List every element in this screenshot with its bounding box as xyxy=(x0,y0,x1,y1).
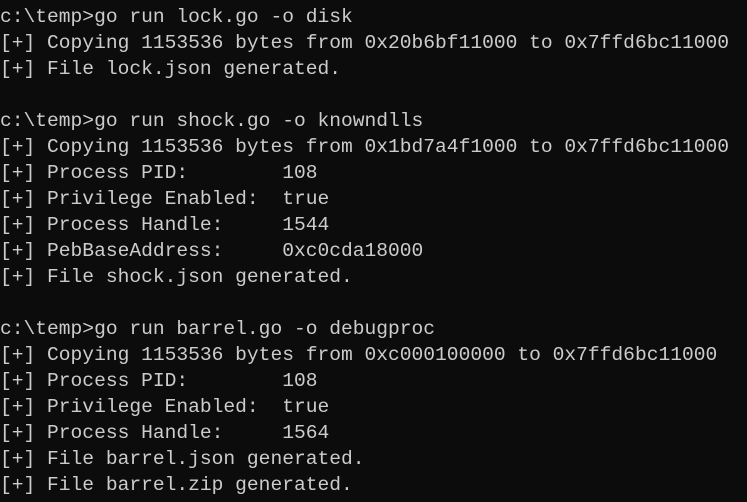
output-line: [+] File shock.json generated. xyxy=(0,266,353,288)
output-line: [+] File barrel.json generated. xyxy=(0,448,365,470)
output-line: [+] Copying 1153536 bytes from 0x20b6bf1… xyxy=(0,32,730,54)
command-line: c:\temp>go run lock.go -o disk xyxy=(0,6,353,28)
output-line: [+] File barrel.zip generated. xyxy=(0,474,353,496)
output-line: [+] Copying 1153536 bytes from 0x1bd7a4f… xyxy=(0,136,730,158)
output-line: [+] Process PID: 108 xyxy=(0,370,318,392)
output-line: [+] PebBaseAddress: 0xc0cda18000 xyxy=(0,240,424,262)
output-line: [+] Privilege Enabled: true xyxy=(0,396,330,418)
output-line: [+] Copying 1153536 bytes from 0xc000100… xyxy=(0,344,718,366)
terminal-output[interactable]: c:\temp>go run lock.go -o disk [+] Copyi… xyxy=(0,0,747,498)
output-line: [+] Process Handle: 1544 xyxy=(0,214,330,236)
output-line: [+] File lock.json generated. xyxy=(0,58,341,80)
output-line: [+] Privilege Enabled: true xyxy=(0,188,330,210)
output-line: [+] Process PID: 108 xyxy=(0,162,318,184)
command-line: c:\temp>go run shock.go -o knowndlls xyxy=(0,110,424,132)
command-line: c:\temp>go run barrel.go -o debugproc xyxy=(0,318,436,340)
output-line: [+] Process Handle: 1564 xyxy=(0,422,330,444)
